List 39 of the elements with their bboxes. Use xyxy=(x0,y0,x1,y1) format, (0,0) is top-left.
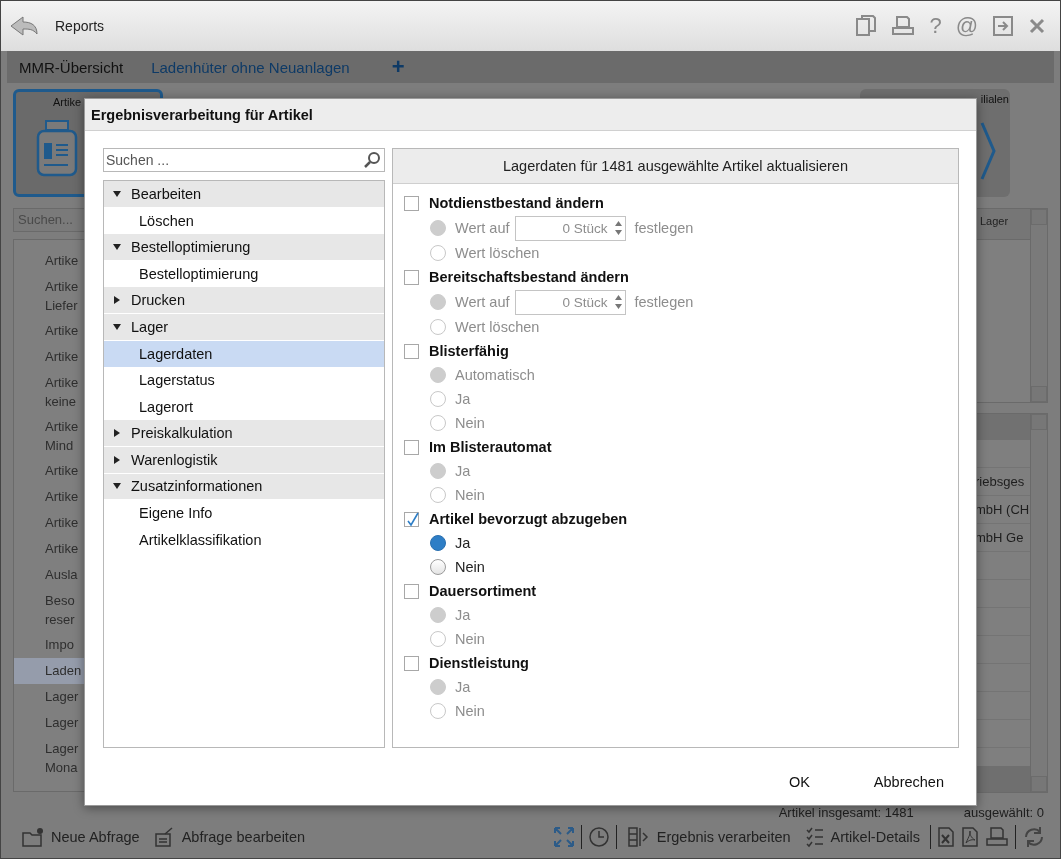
tree-group-label: Preiskalkulation xyxy=(131,425,233,442)
radio-label: Ja xyxy=(455,391,471,407)
radio-label: Nein xyxy=(455,703,485,719)
option-label: Artikel bevorzugt abzugeben xyxy=(429,511,628,527)
option-label: Im Blisterautomat xyxy=(429,439,552,455)
tree-group-label: Drucken xyxy=(131,292,185,309)
tree-group-label: Bearbeiten xyxy=(131,185,202,202)
radio-label: Wert auf xyxy=(455,294,510,310)
radio-label: Ja xyxy=(455,535,471,551)
table-cell-text: riebsges xyxy=(975,473,1026,491)
selected-count: ausgewählt: 0 xyxy=(963,805,1044,820)
option-label: Blisterfähig xyxy=(429,343,509,359)
window-title: Reports xyxy=(55,18,106,34)
field-suffix: festlegen xyxy=(634,220,694,236)
radio-label: Nein xyxy=(455,415,485,431)
tile-label: Artike xyxy=(52,95,83,108)
total-count: Artikel insgesamt: 1481 xyxy=(778,805,914,820)
field-suffix: festlegen xyxy=(634,294,694,310)
radio-label: Nein xyxy=(455,487,485,503)
option-label: Bereitschaftsbestand ändern xyxy=(429,269,629,285)
option-label: Dauersortiment xyxy=(429,583,537,599)
dialog-title: Ergebnisverarbeitung für Artikel xyxy=(85,99,976,131)
option-label: Notdienstbestand ändern xyxy=(429,195,604,211)
radio-label: Wert auf xyxy=(455,220,510,236)
radio-label: Nein xyxy=(455,631,485,647)
panel-title: Lagerdaten für 1481 ausgewählte Artikel aktualisieren xyxy=(393,149,958,184)
radio-label: Ja xyxy=(455,607,471,623)
tree-group-label: Zusatzinformationen xyxy=(131,478,263,495)
radio-label: Ja xyxy=(455,679,471,695)
tree-group-label: Lager xyxy=(131,318,169,335)
tile-label: ilialen xyxy=(979,92,1010,105)
radio-label: Wert löschen xyxy=(455,319,540,335)
radio-label: Automatisch xyxy=(455,367,535,383)
radio-label: Wert löschen xyxy=(455,245,540,261)
radio-label: Ja xyxy=(455,463,471,479)
tree-group-label: Bestelloptimierung xyxy=(131,239,251,255)
option-label: Dienstleistung xyxy=(429,655,529,671)
radio-label: Nein xyxy=(455,559,485,575)
tree-group-label: Warenlogistik xyxy=(131,451,218,468)
